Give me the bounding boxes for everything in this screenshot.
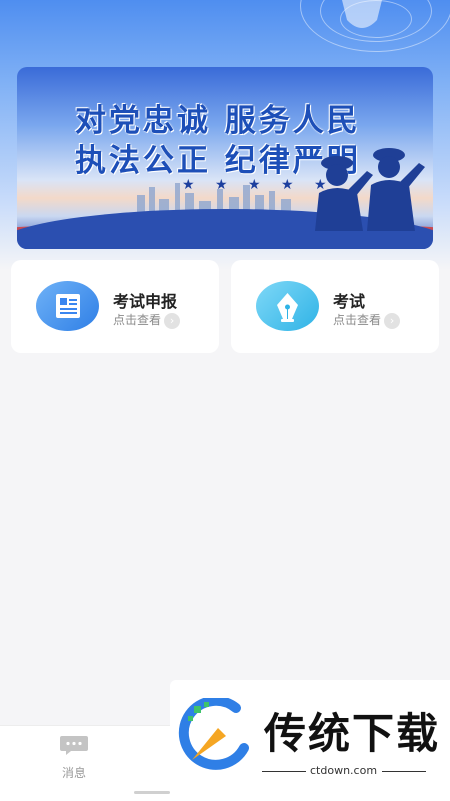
watermark-overlay: 传统下载 ctdown.com xyxy=(170,680,450,800)
watermark-line-left xyxy=(262,771,306,772)
view-details-text: 点击查看 xyxy=(113,313,162,327)
watermark-brand: 传统下载 xyxy=(264,709,441,758)
card-title: 考试 xyxy=(333,292,366,311)
tab-messages[interactable]: 消息 xyxy=(40,734,108,781)
hero-banner[interactable]: 对党忠诚 服务人民 执法公正 纪律严明 ★ ★ ★ ★ ★ xyxy=(17,67,433,249)
home-indicator xyxy=(134,791,170,794)
card-title: 考试申报 xyxy=(113,292,178,311)
police-salute-silhouette xyxy=(315,148,425,231)
card-subtitle: 点击查看 › xyxy=(113,311,181,329)
chat-icon xyxy=(60,736,88,755)
shield-decoration xyxy=(342,0,382,28)
pen-nib-icon xyxy=(256,281,319,331)
chevron-right-icon[interactable]: › xyxy=(164,312,181,329)
card-subtitle: 点击查看 › xyxy=(333,311,401,329)
banner-slogan-line1: 对党忠诚 服务人民 xyxy=(75,103,361,139)
exam-application-card[interactable]: 考试申报 点击查看 › xyxy=(11,260,219,353)
watermark-line-right xyxy=(382,771,426,772)
exam-card[interactable]: 考试 点击查看 › xyxy=(231,260,439,353)
watermark-url: ctdown.com xyxy=(310,764,378,777)
tab-messages-label: 消息 xyxy=(61,766,86,780)
view-details-text: 点击查看 xyxy=(333,313,382,327)
document-icon xyxy=(36,281,99,331)
chevron-right-icon[interactable]: › xyxy=(384,312,401,329)
watermark-logo xyxy=(178,698,249,770)
